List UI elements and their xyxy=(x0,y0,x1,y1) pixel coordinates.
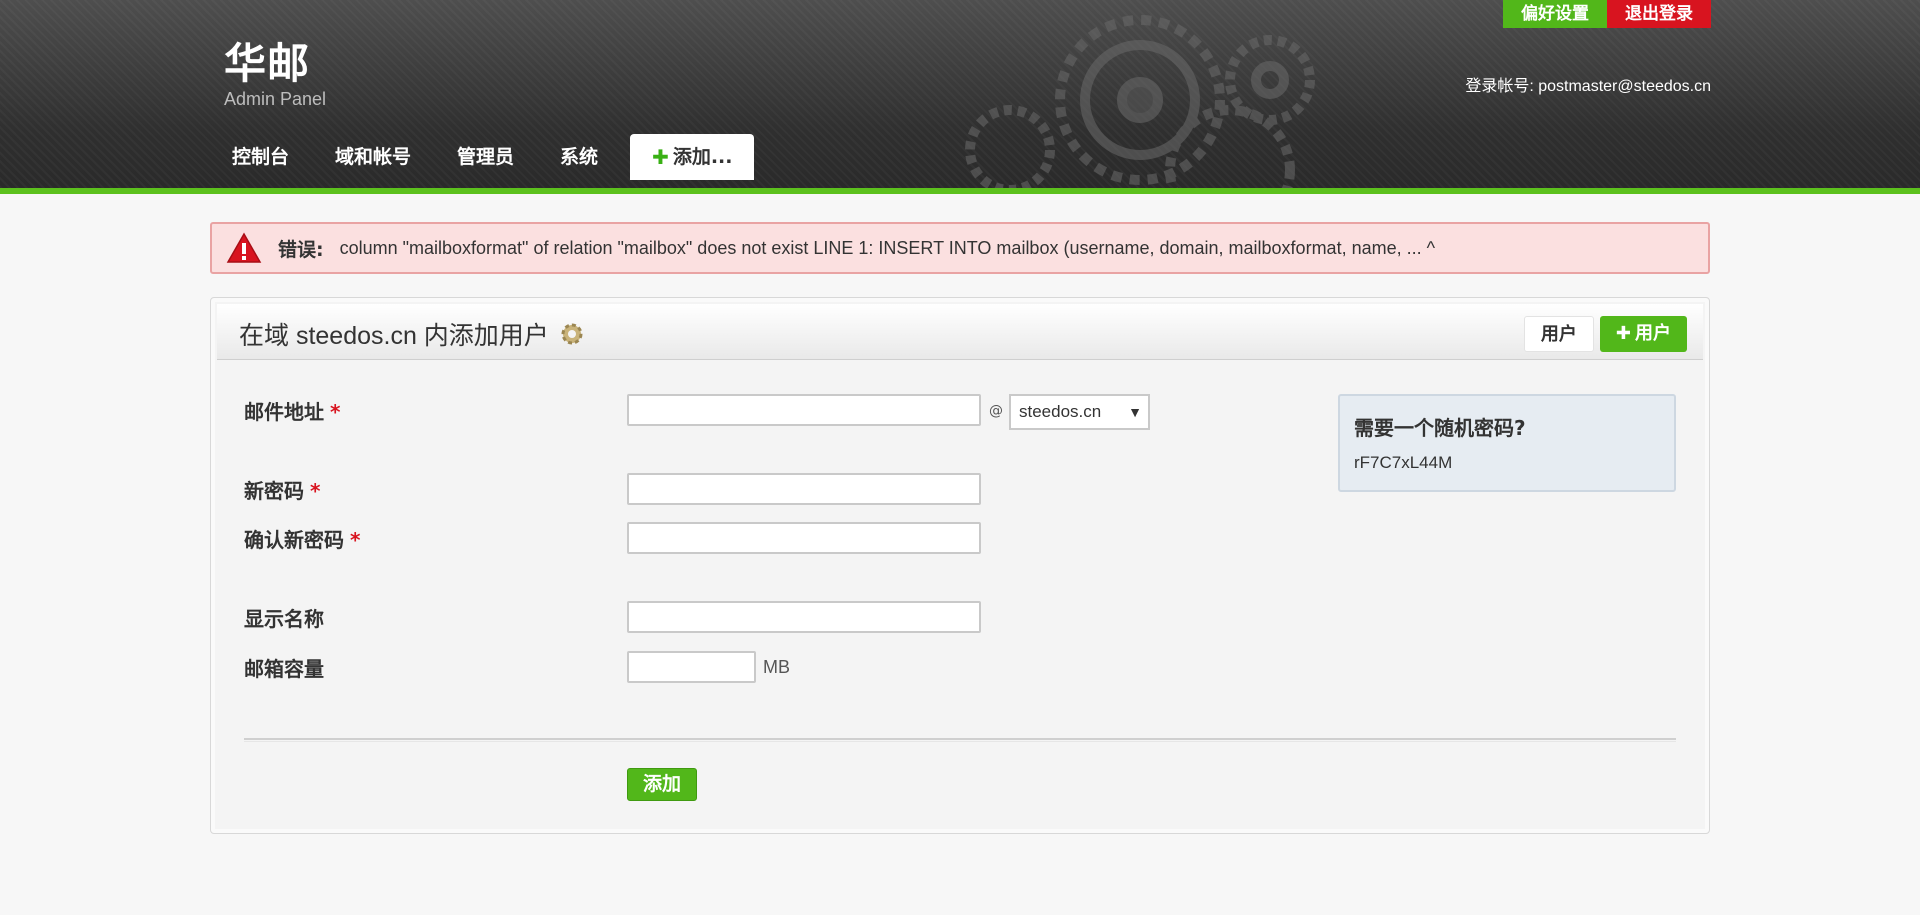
dropdown-arrow-icon: ▼ xyxy=(1128,404,1142,420)
users-button[interactable]: 用户 xyxy=(1523,316,1594,352)
brand-logo: 华邮 xyxy=(224,39,311,88)
main-nav: 控制台 域和帐号 管理员 系统 ✚ 添加... xyxy=(216,134,768,180)
login-prefix: 登录帐号: xyxy=(1465,78,1534,95)
domain-selected-value: steedos.cn xyxy=(1019,402,1102,421)
domain-select[interactable]: steedos.cn ▼ xyxy=(1009,394,1150,430)
error-text: column "mailboxformat" of relation "mail… xyxy=(339,237,1436,258)
brand-subtitle: Admin Panel xyxy=(224,89,327,109)
logout-button[interactable]: 退出登录 xyxy=(1607,0,1711,28)
email-username-input[interactable] xyxy=(627,394,981,426)
add-user-label: 用户 xyxy=(1635,323,1671,344)
add-user-button[interactable]: ✚ 用户 xyxy=(1599,316,1687,352)
panel-header: 在域 steedos.cn 内添加用户 用户 ✚ 用户 xyxy=(217,304,1703,360)
random-password-value: rF7C7xL44M xyxy=(1354,453,1453,472)
login-info: 登录帐号: postmaster@steedos.cn xyxy=(1465,72,1711,96)
page-title: 在域 steedos.cn 内添加用户 xyxy=(239,316,585,352)
submit-button[interactable]: 添加 xyxy=(627,768,697,801)
nav-item-domains-accounts[interactable]: 域和帐号 xyxy=(319,134,427,180)
error-label: 错误: xyxy=(278,238,324,261)
password-label: 新密码 * xyxy=(244,475,320,504)
random-password-title: 需要一个随机密码? xyxy=(1354,416,1526,440)
required-mark: * xyxy=(350,528,361,552)
confirm-password-label-text: 确认新密码 xyxy=(244,528,344,552)
panel-actions: 用户 ✚ 用户 xyxy=(1518,316,1687,352)
quota-label: 邮箱容量 xyxy=(244,657,324,681)
form-divider xyxy=(244,738,1676,742)
nav-item-system[interactable]: 系统 xyxy=(544,134,614,180)
display-name-label: 显示名称 xyxy=(244,607,324,631)
password-label-text: 新密码 xyxy=(244,479,304,503)
warning-icon xyxy=(226,232,262,263)
display-name-input[interactable] xyxy=(627,601,981,633)
quota-unit: MB xyxy=(763,657,790,677)
add-user-panel: 在域 steedos.cn 内添加用户 用户 ✚ 用户 xyxy=(210,297,1710,834)
top-actions: 偏好设置 退出登录 xyxy=(1503,0,1711,28)
random-password-box: 需要一个随机密码? rF7C7xL44M xyxy=(1338,394,1676,492)
confirm-password-input[interactable] xyxy=(627,522,981,554)
nav-item-admins[interactable]: 管理员 xyxy=(441,134,530,180)
header-accent-bar xyxy=(0,188,1920,194)
quota-input[interactable] xyxy=(627,651,756,683)
brand: 华邮 Admin Panel xyxy=(224,40,326,110)
login-account: postmaster@steedos.cn xyxy=(1538,78,1711,95)
plus-icon: ✚ xyxy=(1615,323,1631,344)
at-sign: @ xyxy=(989,403,1003,419)
required-mark: * xyxy=(310,479,321,503)
confirm-password-label: 确认新密码 * xyxy=(244,524,360,553)
email-label-text: 邮件地址 xyxy=(244,400,324,424)
preferences-button[interactable]: 偏好设置 xyxy=(1503,0,1607,28)
nav-item-dashboard[interactable]: 控制台 xyxy=(216,134,305,180)
settings-icon xyxy=(561,323,583,345)
gears-decoration xyxy=(965,15,1315,188)
panel-title-text: 在域 steedos.cn 内添加用户 xyxy=(239,322,549,350)
error-message: 错误: column "mailboxformat" of relation "… xyxy=(210,222,1710,274)
email-label: 邮件地址 * xyxy=(244,396,340,425)
plus-icon: ✚ xyxy=(652,145,669,169)
nav-item-add[interactable]: ✚ 添加... xyxy=(630,134,755,180)
nav-add-label: 添加... xyxy=(672,146,733,168)
required-mark: * xyxy=(330,400,341,424)
password-input[interactable] xyxy=(627,473,981,505)
